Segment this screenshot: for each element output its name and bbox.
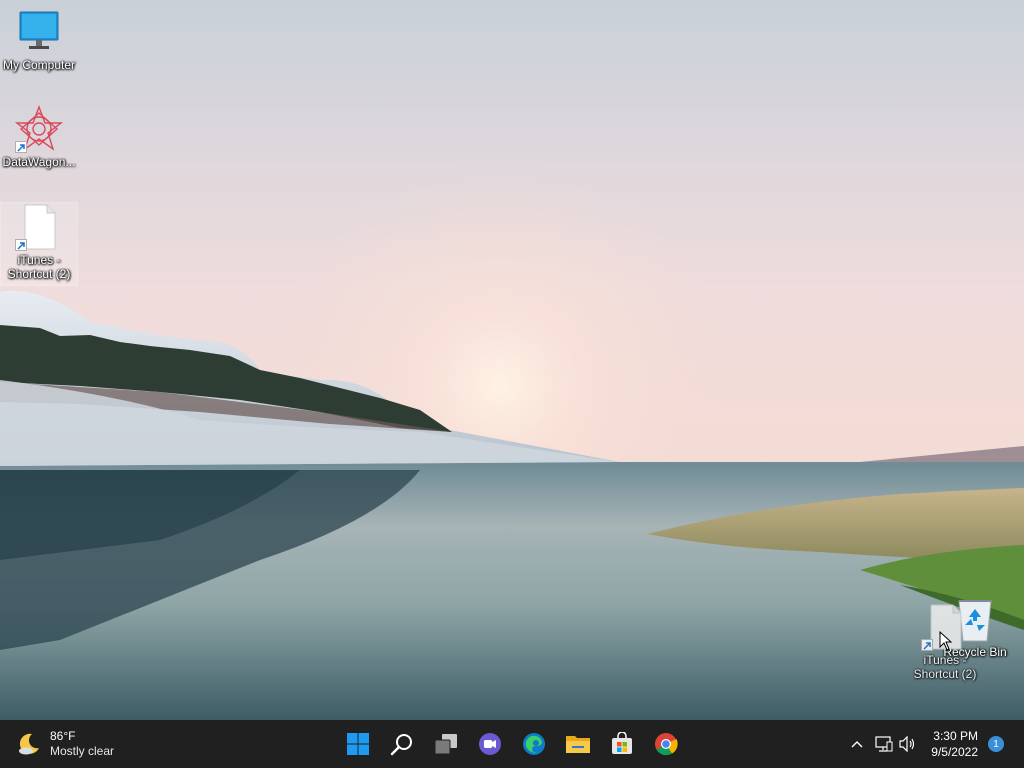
search-icon — [390, 734, 412, 756]
chevron-up-icon — [851, 741, 863, 748]
taskbar: 86°F Mostly clear 3:30 PM 9/5/2022 1 — [0, 720, 1024, 768]
store-button[interactable] — [602, 724, 642, 764]
mouse-cursor-icon — [939, 631, 953, 651]
edge-button[interactable] — [514, 724, 554, 764]
clock[interactable]: 3:30 PM 9/5/2022 — [931, 728, 978, 760]
quick-settings-button[interactable] — [875, 736, 917, 752]
weather-condition: Mostly clear — [50, 744, 115, 758]
shortcut-arrow-icon — [15, 239, 27, 251]
weather-temperature: 86°F — [50, 729, 76, 743]
taskbar-apps — [338, 724, 686, 764]
notification-count: 1 — [993, 738, 999, 750]
desktop-icon-label: My Computer — [2, 58, 76, 72]
clock-time: 3:30 PM — [933, 729, 978, 743]
desktop-icon-my-computer[interactable]: My Computer — [1, 8, 77, 72]
network-ethernet-icon — [875, 736, 893, 752]
volume-icon — [899, 736, 915, 752]
windows-logo-icon — [347, 733, 369, 755]
task-view-button[interactable] — [426, 724, 466, 764]
datawagon-app-icon — [14, 105, 64, 153]
task-view-icon — [434, 734, 457, 755]
clock-date: 9/5/2022 — [931, 745, 978, 759]
desktop[interactable]: My Computer DataWagon... iTunes - Shortc… — [0, 0, 1024, 720]
folder-icon — [566, 736, 590, 753]
monitor-icon — [15, 8, 63, 56]
chat-button[interactable] — [470, 724, 510, 764]
shortcut-arrow-icon — [921, 639, 933, 651]
edge-icon — [523, 733, 545, 755]
search-button[interactable] — [382, 724, 422, 764]
show-hidden-icons-button[interactable] — [845, 724, 869, 764]
notification-badge[interactable]: 1 — [988, 736, 1004, 752]
file-shortcut-icon — [15, 203, 63, 251]
shortcut-arrow-icon — [15, 141, 27, 153]
start-button[interactable] — [338, 724, 378, 764]
weather-widget[interactable]: 86°F Mostly clear — [16, 728, 114, 760]
chrome-icon — [655, 733, 678, 756]
desktop-icon-label: iTunes - Shortcut (2) — [913, 653, 977, 681]
desktop-icon-label: iTunes - Shortcut (2) — [7, 253, 71, 281]
system-tray: 3:30 PM 9/5/2022 1 — [845, 720, 1024, 768]
store-icon — [612, 732, 632, 754]
chrome-button[interactable] — [646, 724, 686, 764]
desktop-icon-datawagon[interactable]: DataWagon... — [1, 105, 77, 169]
moon-cloud-icon — [19, 733, 39, 755]
wallpaper-landscape — [0, 0, 1024, 720]
desktop-icon-itunes-shortcut[interactable]: iTunes - Shortcut (2) — [0, 202, 78, 286]
teams-chat-icon — [479, 733, 501, 755]
desktop-icon-label: DataWagon... — [2, 155, 76, 169]
file-explorer-button[interactable] — [558, 724, 598, 764]
